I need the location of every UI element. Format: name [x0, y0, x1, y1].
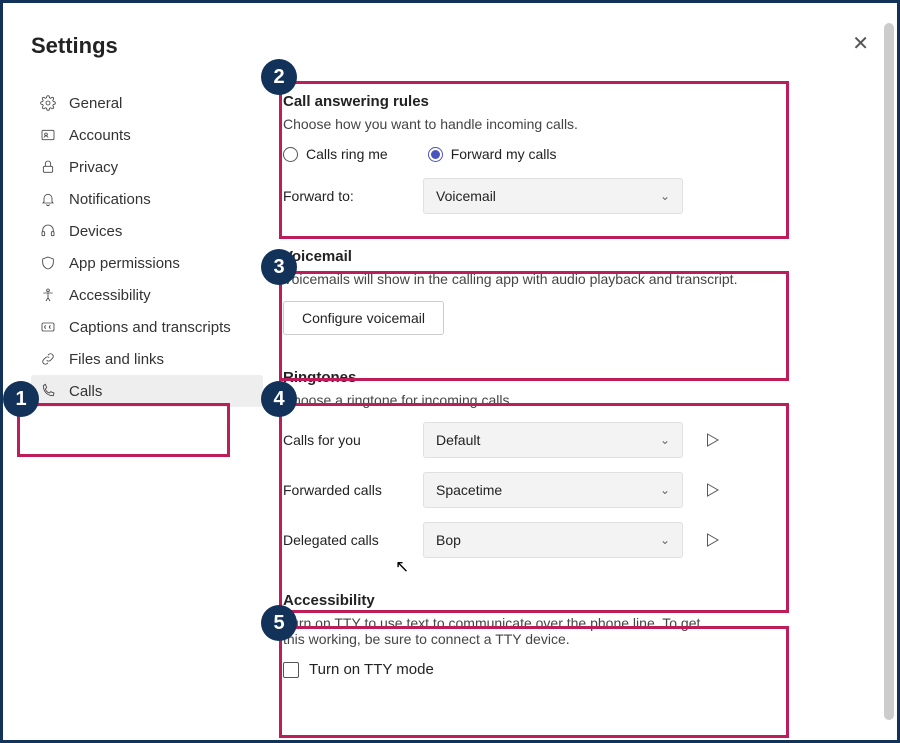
sidebar-item-label: General	[69, 95, 122, 112]
section-title: Call answering rules	[283, 93, 837, 110]
radio-calls-ring-me[interactable]: Calls ring me	[283, 146, 388, 162]
ringtone-dropdown[interactable]: Spacetime ⌄	[423, 472, 683, 508]
sidebar-item-notifications[interactable]: Notifications	[31, 183, 263, 215]
section-voicemail: Voicemail Voicemails will show in the ca…	[283, 248, 837, 335]
phone-icon	[39, 383, 57, 399]
sidebar-item-accessibility[interactable]: Accessibility	[31, 279, 263, 311]
sidebar-item-label: Notifications	[69, 191, 151, 208]
ringtone-dropdown[interactable]: Default ⌄	[423, 422, 683, 458]
section-ringtones: Ringtones Choose a ringtone for incoming…	[283, 369, 837, 558]
ringtone-label: Calls for you	[283, 432, 403, 448]
ringtone-row-calls-for-you: Calls for you Default ⌄	[283, 422, 837, 458]
ringtone-row-forwarded: Forwarded calls Spacetime ⌄	[283, 472, 837, 508]
section-desc: Choose how you want to handle incoming c…	[283, 116, 837, 132]
sidebar-item-label: App permissions	[69, 255, 180, 272]
radio-label: Forward my calls	[451, 146, 557, 162]
sidebar-item-app-permissions[interactable]: App permissions	[31, 247, 263, 279]
sidebar-item-label: Accounts	[69, 127, 131, 144]
sidebar-item-calls[interactable]: Calls	[31, 375, 263, 407]
ringtone-label: Delegated calls	[283, 532, 403, 548]
ringtone-label: Forwarded calls	[283, 482, 403, 498]
radio-label: Calls ring me	[306, 146, 388, 162]
section-call-answering: Call answering rules Choose how you want…	[283, 93, 837, 214]
accessibility-icon	[39, 287, 57, 303]
dropdown-value: Default	[436, 432, 480, 448]
sidebar-item-label: Captions and transcripts	[69, 319, 231, 336]
radio-forward-my-calls[interactable]: Forward my calls	[428, 146, 557, 162]
sidebar-item-label: Calls	[69, 383, 102, 400]
section-desc: Voicemails will show in the calling app …	[283, 271, 837, 287]
sidebar-item-label: Privacy	[69, 159, 118, 176]
ringtone-row-delegated: Delegated calls Bop ⌄	[283, 522, 837, 558]
sidebar-item-accounts[interactable]: Accounts	[31, 119, 263, 151]
dropdown-value: Voicemail	[436, 188, 496, 204]
sidebar-item-privacy[interactable]: Privacy	[31, 151, 263, 183]
chevron-down-icon: ⌄	[660, 483, 670, 497]
section-title: Accessibility	[283, 592, 837, 609]
link-icon	[39, 351, 57, 367]
chevron-down-icon: ⌄	[660, 433, 670, 447]
checkbox-label: Turn on TTY mode	[309, 661, 434, 678]
play-ringtone-button[interactable]	[703, 431, 721, 449]
dropdown-value: Bop	[436, 532, 461, 548]
forward-to-dropdown[interactable]: Voicemail ⌄	[423, 178, 683, 214]
headset-icon	[39, 223, 57, 239]
section-title: Voicemail	[283, 248, 837, 265]
forward-to-label: Forward to:	[283, 188, 403, 204]
sidebar-item-captions[interactable]: Captions and transcripts	[31, 311, 263, 343]
section-accessibility: Accessibility Turn on TTY to use text to…	[283, 592, 837, 678]
radio-icon	[428, 147, 443, 162]
play-ringtone-button[interactable]	[703, 531, 721, 549]
gear-icon	[39, 95, 57, 111]
play-ringtone-button[interactable]	[703, 481, 721, 499]
account-icon	[39, 127, 57, 143]
scrollbar[interactable]	[884, 23, 894, 720]
page-title: Settings	[31, 33, 263, 59]
cc-icon	[39, 319, 57, 335]
section-desc: Turn on TTY to use text to communicate o…	[283, 615, 713, 647]
configure-voicemail-button[interactable]: Configure voicemail	[283, 301, 444, 335]
settings-main: Call answering rules Choose how you want…	[263, 3, 877, 740]
sidebar-item-devices[interactable]: Devices	[31, 215, 263, 247]
bell-icon	[39, 191, 57, 207]
ringtone-dropdown[interactable]: Bop ⌄	[423, 522, 683, 558]
sidebar-item-label: Accessibility	[69, 287, 151, 304]
chevron-down-icon: ⌄	[660, 189, 670, 203]
sidebar-item-label: Files and links	[69, 351, 164, 368]
sidebar-item-label: Devices	[69, 223, 122, 240]
section-desc: Choose a ringtone for incoming calls	[283, 392, 837, 408]
lock-icon	[39, 159, 57, 175]
settings-sidebar: Settings General Accounts Privacy Notifi…	[3, 3, 263, 740]
tty-checkbox[interactable]	[283, 662, 299, 678]
chevron-down-icon: ⌄	[660, 533, 670, 547]
shield-icon	[39, 255, 57, 271]
sidebar-item-files-links[interactable]: Files and links	[31, 343, 263, 375]
radio-icon	[283, 147, 298, 162]
close-button[interactable]: ✕	[852, 31, 869, 56]
section-title: Ringtones	[283, 369, 837, 386]
dropdown-value: Spacetime	[436, 482, 502, 498]
sidebar-item-general[interactable]: General	[31, 87, 263, 119]
